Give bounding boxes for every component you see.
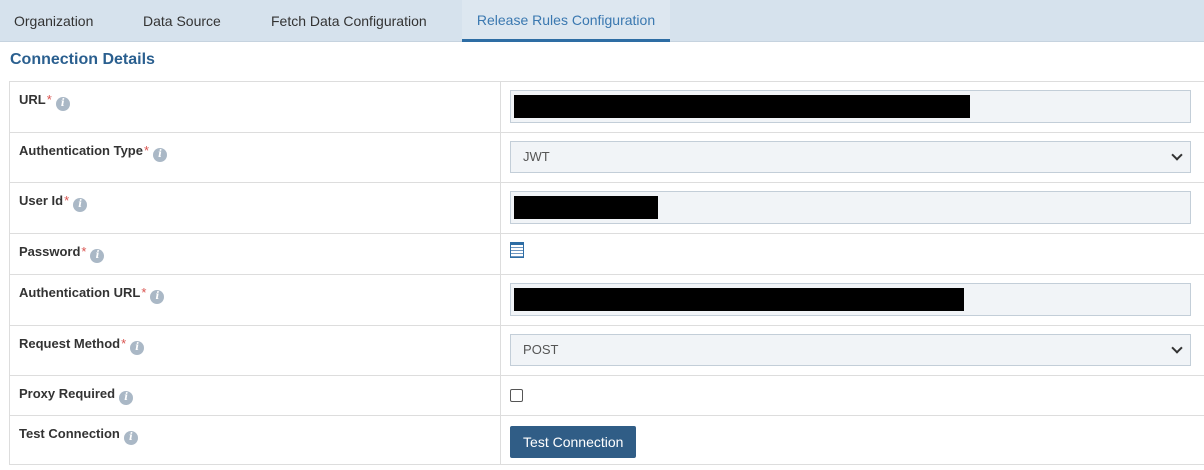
auth-url-value-cell <box>500 274 1204 326</box>
password-value-cell <box>500 233 1204 275</box>
info-icon[interactable]: i <box>73 198 88 212</box>
test-connection-value-cell: Test Connection <box>500 415 1204 465</box>
connection-details-form: URL* i Authentication Type* i JWT User Id*… <box>8 81 1204 465</box>
form-row-password: Password* i <box>8 233 1204 275</box>
test-connection-label: Test Connection i <box>8 415 502 465</box>
request-method-select[interactable]: POST <box>510 334 1192 366</box>
user-id-value-cell <box>500 182 1204 234</box>
request-method-label: Request Method* i <box>8 325 502 376</box>
test-connection-label-text: Test Connection <box>19 426 120 441</box>
tab-organization[interactable]: Organization <box>14 0 93 42</box>
required-asterisk: * <box>143 143 150 158</box>
auth-type-label-text: Authentication Type <box>19 143 143 158</box>
info-icon[interactable]: i <box>119 391 134 405</box>
required-asterisk: * <box>46 92 52 107</box>
form-row-proxy-required: Proxy Required i <box>8 375 1204 416</box>
auth-type-label: Authentication Type* i <box>8 132 502 183</box>
url-input[interactable] <box>510 90 1192 123</box>
redacted-value <box>514 196 659 219</box>
form-row-user-id: User Id* i <box>8 182 1204 234</box>
proxy-required-label: Proxy Required i <box>8 375 502 416</box>
info-icon[interactable]: i <box>153 148 168 162</box>
form-row-auth-type: Authentication Type* i JWT <box>8 132 1204 183</box>
info-icon[interactable]: i <box>90 249 105 263</box>
request-method-value-cell: POST <box>500 325 1204 376</box>
url-label: URL* i <box>8 81 502 133</box>
test-connection-button[interactable]: Test Connection <box>510 426 637 458</box>
tab-bar: Organization Data Source Fetch Data Conf… <box>0 0 1204 42</box>
user-id-input[interactable] <box>510 191 1192 224</box>
auth-type-selected-value: JWT <box>523 149 550 164</box>
form-row-request-method: Request Method* i POST <box>8 325 1204 376</box>
proxy-required-checkbox[interactable] <box>510 389 524 402</box>
password-label: Password* i <box>8 233 502 275</box>
url-value-cell <box>500 81 1204 133</box>
password-label-text: Password <box>19 244 81 259</box>
password-document-icon[interactable] <box>510 242 525 258</box>
auth-url-input[interactable] <box>510 283 1192 316</box>
url-label-text: URL <box>19 92 46 107</box>
required-asterisk: * <box>81 244 87 259</box>
form-row-auth-url: Authentication URL* i <box>8 274 1204 326</box>
auth-type-select[interactable]: JWT <box>510 141 1192 173</box>
info-icon[interactable]: i <box>55 97 70 111</box>
user-id-label: User Id* i <box>8 182 502 234</box>
proxy-required-value-cell <box>500 375 1204 416</box>
request-method-label-text: Request Method <box>19 336 121 351</box>
chevron-down-icon <box>1171 149 1183 161</box>
tab-fetch-data-configuration[interactable]: Fetch Data Configuration <box>271 0 427 42</box>
form-row-test-connection: Test Connection i Test Connection <box>8 415 1204 465</box>
auth-url-label-text: Authentication URL <box>19 285 141 300</box>
redacted-value <box>514 95 971 118</box>
required-asterisk: * <box>141 285 147 300</box>
tab-release-rules-configuration[interactable]: Release Rules Configuration <box>462 0 670 42</box>
form-row-url: URL* i <box>8 81 1204 133</box>
info-icon[interactable]: i <box>130 341 145 355</box>
auth-type-value-cell: JWT <box>500 132 1204 183</box>
auth-url-label: Authentication URL* i <box>8 274 502 326</box>
user-id-label-text: User Id <box>19 193 64 208</box>
tab-data-source[interactable]: Data Source <box>143 0 221 42</box>
proxy-required-label-text: Proxy Required <box>19 386 116 401</box>
section-title: Connection Details <box>10 51 155 68</box>
info-icon[interactable]: i <box>150 290 165 304</box>
required-asterisk: * <box>121 336 127 351</box>
chevron-down-icon <box>1171 342 1183 354</box>
request-method-selected-value: POST <box>523 342 559 357</box>
info-icon[interactable]: i <box>123 431 138 445</box>
redacted-value <box>514 288 965 311</box>
required-asterisk: * <box>64 193 70 208</box>
